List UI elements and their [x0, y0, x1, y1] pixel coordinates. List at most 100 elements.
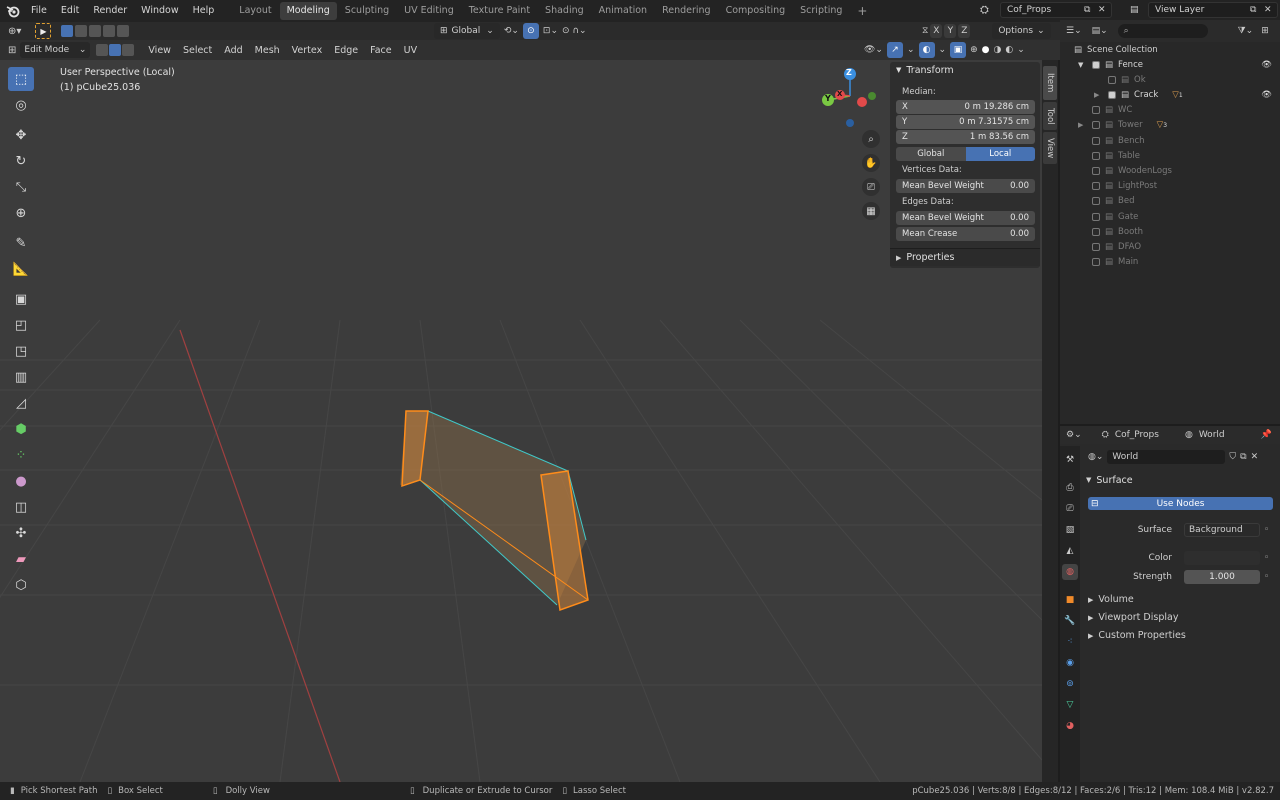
- fake-user-icon[interactable]: ⛉: [1229, 452, 1236, 462]
- tab-animation[interactable]: Animation: [592, 2, 654, 20]
- eye-icon[interactable]: 👁: [1261, 90, 1272, 100]
- exclude-checkbox[interactable]: [1108, 90, 1116, 99]
- exclude-checkbox[interactable]: [1092, 121, 1100, 130]
- properties-header[interactable]: ▶ Properties: [890, 248, 1040, 266]
- custom-properties-panel-header[interactable]: ▶ Custom Properties: [1088, 630, 1274, 641]
- solid-shading-icon[interactable]: ●: [982, 45, 990, 55]
- shrink-fatten-tool-icon[interactable]: ✣: [8, 521, 34, 545]
- rendered-shading-icon[interactable]: ◐: [1005, 45, 1013, 55]
- move-tool-icon[interactable]: ✥: [8, 123, 34, 147]
- gizmo-dropdown-icon[interactable]: ⌄: [907, 45, 915, 55]
- outliner-item-wc[interactable]: ▤ WC: [1060, 103, 1280, 118]
- display-mode-icon[interactable]: ▤⌄: [1092, 26, 1108, 36]
- blender-logo-icon[interactable]: [2, 0, 24, 22]
- menu-add[interactable]: Add: [218, 45, 248, 56]
- transform-header[interactable]: ▼ Transform: [890, 62, 1040, 78]
- tab-item[interactable]: Item: [1043, 66, 1057, 100]
- proportional-edit-icon[interactable]: ⊙ ∩⌄: [562, 26, 587, 36]
- median-z-field[interactable]: Z 1 m 83.56 cm: [896, 130, 1035, 144]
- volume-panel-header[interactable]: ▶ Volume: [1088, 594, 1274, 605]
- selected-mesh[interactable]: [400, 410, 589, 612]
- view-layer-properties-icon[interactable]: ▧: [1062, 522, 1078, 538]
- view-layer-icon[interactable]: ▤: [1130, 5, 1148, 15]
- tab-view[interactable]: View: [1043, 132, 1057, 164]
- render-properties-icon[interactable]: ⎙: [1062, 480, 1078, 496]
- mirror-x-toggle[interactable]: X: [930, 24, 943, 38]
- constraints-properties-icon[interactable]: ⊚: [1062, 676, 1078, 692]
- exclude-checkbox[interactable]: [1092, 182, 1100, 191]
- chevron-right-icon[interactable]: ▶: [1078, 121, 1083, 129]
- tab-modeling[interactable]: Modeling: [279, 2, 337, 20]
- scene-icon[interactable]: ⛭: [980, 3, 1000, 17]
- shear-tool-icon[interactable]: ▰: [8, 547, 34, 571]
- eye-icon[interactable]: 👁: [1261, 60, 1272, 70]
- material-properties-icon[interactable]: ◕: [1062, 718, 1078, 734]
- exclude-checkbox[interactable]: [1092, 242, 1100, 251]
- mode-subtract-icon[interactable]: [89, 25, 102, 37]
- chevron-down-icon[interactable]: ▼: [1078, 61, 1083, 69]
- menu-window[interactable]: Window: [134, 0, 185, 22]
- object-properties-icon[interactable]: ■: [1062, 592, 1078, 608]
- menu-render[interactable]: Render: [86, 0, 134, 22]
- menu-file[interactable]: File: [24, 0, 54, 22]
- tab-sculpting[interactable]: Sculpting: [338, 2, 396, 20]
- copy-layer-icon[interactable]: ⧉: [1250, 5, 1264, 15]
- poly-build-tool-icon[interactable]: ⬢: [8, 417, 34, 441]
- visibility-icon[interactable]: 👁⌄: [864, 45, 883, 55]
- exclude-checkbox[interactable]: [1092, 166, 1100, 175]
- output-properties-icon[interactable]: ⎚: [1062, 501, 1078, 517]
- bevel-tool-icon[interactable]: ◳: [8, 339, 34, 363]
- edge-select-icon[interactable]: [109, 44, 122, 56]
- menu-mesh[interactable]: Mesh: [249, 45, 286, 56]
- pivot-icon[interactable]: ⟲⌄: [504, 26, 519, 36]
- transform-orientation-dropdown[interactable]: ⊞ Global ⌄: [434, 23, 500, 39]
- world-properties-icon[interactable]: ◍: [1062, 564, 1078, 580]
- overlays-dropdown-icon[interactable]: ⌄: [939, 45, 947, 55]
- menu-edge[interactable]: Edge: [328, 45, 364, 56]
- close-layer-icon[interactable]: ✕: [1264, 5, 1276, 15]
- annotate-tool-icon[interactable]: ✎: [8, 231, 34, 255]
- exclude-checkbox[interactable]: [1092, 197, 1100, 206]
- knife-tool-icon[interactable]: ◿: [8, 391, 34, 415]
- mode-invert-icon[interactable]: [103, 25, 116, 37]
- menu-face[interactable]: Face: [364, 45, 397, 56]
- exclude-checkbox[interactable]: [1092, 106, 1100, 115]
- transform-tool-icon[interactable]: ⊕: [8, 201, 34, 225]
- tab-uv-editing[interactable]: UV Editing: [397, 2, 461, 20]
- inset-tool-icon[interactable]: ◰: [8, 313, 34, 337]
- outliner-item-bench[interactable]: ▤ Bench: [1060, 133, 1280, 148]
- mode-dropdown[interactable]: Edit Mode ⌄: [20, 42, 91, 58]
- link-socket-icon[interactable]: ◦: [1264, 572, 1269, 582]
- edge-slide-tool-icon[interactable]: ◫: [8, 495, 34, 519]
- rotate-tool-icon[interactable]: ↻: [8, 149, 34, 173]
- chevron-right-icon[interactable]: ▶: [1094, 91, 1099, 99]
- mode-extend-icon[interactable]: [75, 25, 88, 37]
- properties-scene-label[interactable]: Cof_Props: [1115, 430, 1159, 440]
- outliner-search-input[interactable]: ⌕: [1117, 24, 1208, 38]
- mirror-icon[interactable]: ⧖: [922, 26, 928, 36]
- use-nodes-button[interactable]: ⊟ Use Nodes: [1088, 497, 1273, 510]
- outliner-item-gate[interactable]: ▤ Gate: [1060, 209, 1280, 224]
- mirror-y-toggle[interactable]: Y: [944, 24, 957, 38]
- outliner-item-dfao[interactable]: ▤ DFAO: [1060, 239, 1280, 254]
- world-selector[interactable]: ◍⌄ World ⛉ ⧉ ✕: [1088, 450, 1258, 464]
- tab-compositing[interactable]: Compositing: [719, 2, 793, 20]
- gizmo-toggle-icon[interactable]: ↗: [886, 42, 903, 58]
- menu-edit[interactable]: Edit: [54, 0, 86, 22]
- data-properties-icon[interactable]: ▽: [1062, 697, 1078, 713]
- unlink-world-icon[interactable]: ✕: [1251, 452, 1259, 462]
- camera-icon[interactable]: ⎚: [862, 178, 880, 196]
- outliner-item-ok[interactable]: ▤ Ok: [1060, 72, 1280, 87]
- vertex-bevel-weight-field[interactable]: Mean Bevel Weight 0.00: [896, 179, 1035, 193]
- median-x-field[interactable]: X 0 m 19.286 cm: [896, 100, 1035, 114]
- overlays-toggle-icon[interactable]: ◐: [918, 42, 935, 58]
- scale-tool-icon[interactable]: ⤡: [8, 175, 34, 199]
- editor-type-icon[interactable]: ⊕▾: [8, 26, 21, 37]
- zoom-icon[interactable]: ⌕: [862, 130, 880, 148]
- outliner-item-bed[interactable]: ▤ Bed: [1060, 194, 1280, 209]
- extrude-tool-icon[interactable]: ▣: [8, 287, 34, 311]
- xray-icon[interactable]: ▣: [950, 42, 967, 58]
- vertex-select-icon[interactable]: [96, 44, 109, 56]
- exclude-checkbox[interactable]: [1092, 151, 1100, 160]
- local-toggle[interactable]: Local: [965, 147, 1035, 161]
